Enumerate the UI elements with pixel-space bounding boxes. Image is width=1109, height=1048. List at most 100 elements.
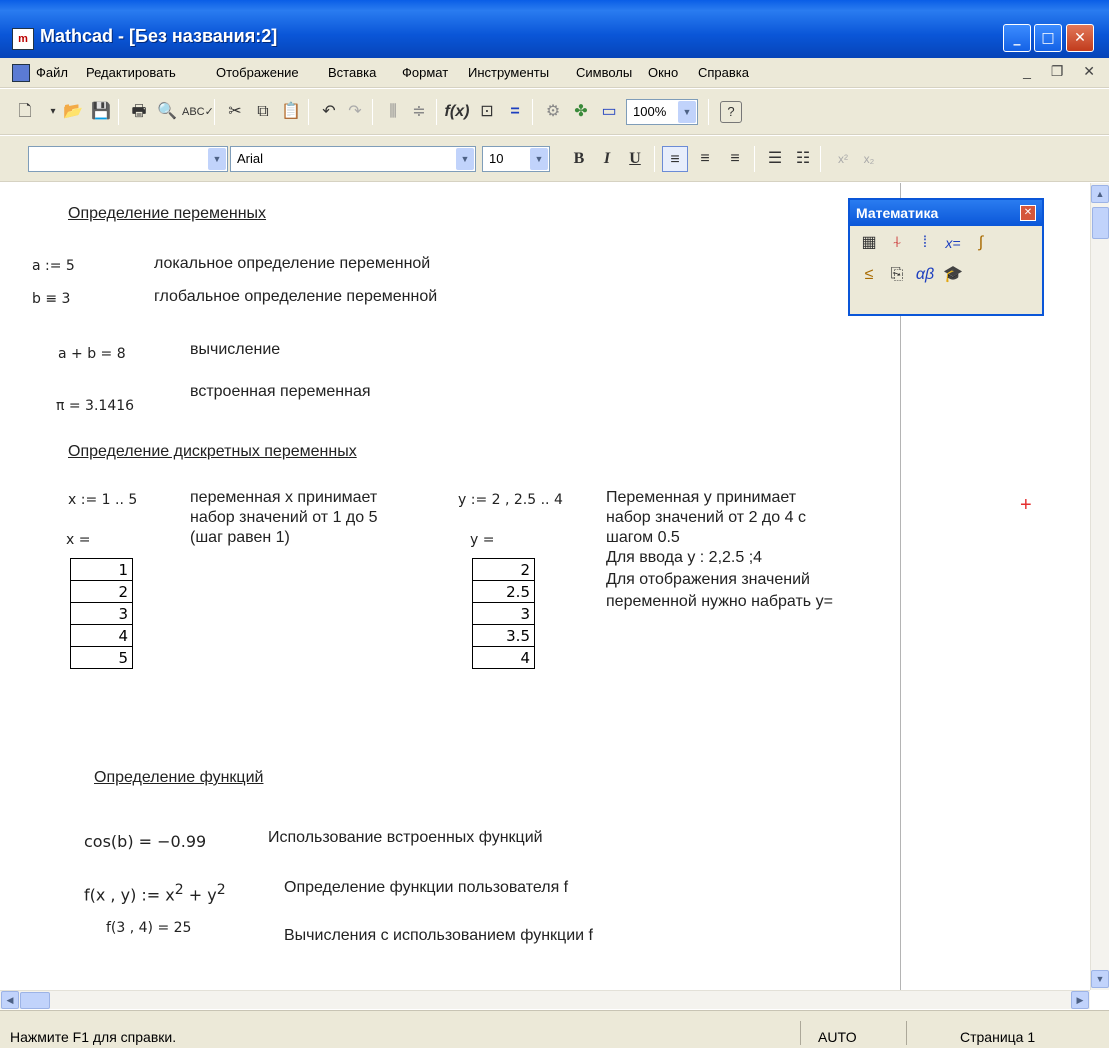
status-page: Страница 1 [960,1029,1036,1045]
horizontal-scrollbar[interactable]: ◀ ▶ [0,990,1090,1009]
menu-bar: Файл Редактировать Отображение Вставка Ф… [0,58,1109,88]
subscript-icon[interactable]: x₂ [856,146,882,172]
align-across-icon[interactable]: ⫼ [380,99,406,125]
cut-icon[interactable]: ✂ [222,99,248,125]
desc-y-line3: шагом 0.5 [606,529,680,546]
programming-icon[interactable]: ⎘ [884,262,910,288]
menu-symbolics[interactable]: Символы [576,65,632,80]
resource-center-icon[interactable]: ✤ [568,99,594,125]
insert-function-icon[interactable]: f(x) [444,99,470,125]
close-button[interactable]: ✕ [1066,24,1094,52]
insert-unit-icon[interactable]: ⊡ [474,99,500,125]
chevron-down-icon[interactable]: ▼ [208,148,226,170]
save-icon[interactable]: 💾 [88,99,114,125]
y-value-cell: 2.5 [472,580,535,603]
expr-pi[interactable]: π = 3.1416 [56,396,134,416]
expr-f-def[interactable]: f(x , y) := x2 + y2 [84,880,226,905]
new-document-icon[interactable]: 🗋 [12,99,38,125]
font-size-select[interactable]: 10 ▼ [482,146,550,172]
document-icon[interactable] [12,64,30,82]
window-icon[interactable]: ▭ [596,99,622,125]
open-folder-icon[interactable]: 📂 [60,99,86,125]
x-value-cell: 5 [70,646,133,669]
menu-window[interactable]: Окно [648,65,678,80]
expr-f-call[interactable]: f(3 , 4) = 25 [106,918,191,938]
formatting-toolbar: ▼ Arial ▼ 10 ▼ B I U ≡ ≡ ≡ ☰ ☷ x² x₂ [0,136,1109,182]
font-select[interactable]: Arial ▼ [230,146,476,172]
math-toolbar[interactable]: Математика ✕ ▦ ⍭ ⁞ x= ∫ ≤ ⎘ αβ 🎓 [848,198,1044,316]
vertical-scroll-thumb[interactable] [1092,207,1109,239]
chevron-down-icon[interactable]: ▼ [456,148,474,170]
calculator-icon[interactable]: ▦ [856,230,882,256]
copy-icon[interactable]: ⧉ [250,99,276,125]
expr-a[interactable]: a := 5 [32,256,75,276]
minimize-button[interactable]: _ [1003,24,1031,52]
scroll-up-icon[interactable]: ▲ [1091,185,1109,203]
close-icon[interactable]: ✕ [1020,205,1036,221]
bullet-list-icon[interactable]: ☰ [762,146,788,172]
help-icon[interactable]: ? [720,101,742,123]
insert-component-icon[interactable]: ⚙ [540,99,566,125]
menu-insert[interactable]: Вставка [328,65,376,80]
superscript-icon[interactable]: x² [830,146,856,172]
style-select[interactable]: ▼ [28,146,228,172]
expr-b[interactable]: b ≡ 3 [32,289,70,309]
desc-y-line1: Переменная y принимает [606,489,797,506]
menu-edit[interactable]: Редактировать [86,65,176,80]
align-down-icon[interactable]: ≑ [406,99,432,125]
scroll-right-icon[interactable]: ▶ [1071,991,1089,1009]
x-value-cell: 3 [70,602,133,625]
underline-button[interactable]: U [622,146,648,172]
numbered-list-icon[interactable]: ☷ [790,146,816,172]
evaluation-icon[interactable]: x= [940,230,966,256]
redo-icon[interactable]: ↷ [342,99,368,125]
italic-button[interactable]: I [594,146,620,172]
font-value: Arial [237,151,264,166]
paste-icon[interactable]: 📋 [278,99,304,125]
desc-sum: вычисление [190,341,281,358]
calculate-icon[interactable]: = [502,99,528,125]
print-icon[interactable]: 🖶 [126,99,152,125]
align-left-icon[interactable]: ≡ [662,146,688,172]
toolbar-separator [118,99,119,125]
zoom-select[interactable]: 100% ▼ [626,99,698,125]
x-eq[interactable]: x = [66,530,90,550]
vertical-scrollbar[interactable]: ▲ ▼ [1090,183,1109,990]
print-preview-icon[interactable]: 🔍 [154,99,180,125]
bold-button[interactable]: B [566,146,592,172]
expr-x[interactable]: x := 1 .. 5 [68,490,137,510]
expr-y[interactable]: y := 2 , 2.5 .. 4 [458,490,563,510]
expr-cos[interactable]: cos(b) = −0.99 [84,832,206,852]
scroll-left-icon[interactable]: ◀ [1,991,19,1009]
chevron-down-icon[interactable]: ▼ [678,101,696,123]
menu-help[interactable]: Справка [698,65,749,80]
scroll-down-icon[interactable]: ▼ [1091,970,1109,988]
mdi-controls[interactable]: _ ❐ ✕ [1023,63,1103,80]
menu-tools[interactable]: Инструменты [468,65,549,80]
undo-icon[interactable]: ↶ [316,99,342,125]
toolbar-separator [436,99,437,125]
chevron-down-icon[interactable]: ▼ [530,148,548,170]
horizontal-scroll-thumb[interactable] [20,992,50,1009]
symbolic-icon[interactable]: 🎓 [940,262,966,288]
boolean-icon[interactable]: ≤ [856,262,882,288]
menu-view[interactable]: Отображение [216,65,299,80]
crosshair-cursor: + [1020,494,1032,516]
menu-format[interactable]: Формат [402,65,448,80]
desc-pi: встроенная переменная [190,383,371,400]
heading-variables: Определение переменных [68,205,267,222]
greek-icon[interactable]: αβ [912,262,938,288]
y-value-cell: 4 [472,646,535,669]
align-right-icon[interactable]: ≡ [722,146,748,172]
align-center-icon[interactable]: ≡ [692,146,718,172]
menu-file[interactable]: Файл [36,65,68,80]
maximize-button[interactable]: □ [1034,24,1062,52]
expr-sum[interactable]: a + b = 8 [58,344,126,364]
heading-discrete: Определение дискретных переменных [68,443,357,460]
graph-icon[interactable]: ⍭ [884,230,910,256]
spell-check-icon[interactable]: ABC✓ [182,99,214,125]
heading-functions: Определение функций [94,769,264,786]
matrix-icon[interactable]: ⁞ [912,230,938,256]
y-eq[interactable]: y = [470,530,494,550]
calculus-icon[interactable]: ∫ [968,230,994,256]
